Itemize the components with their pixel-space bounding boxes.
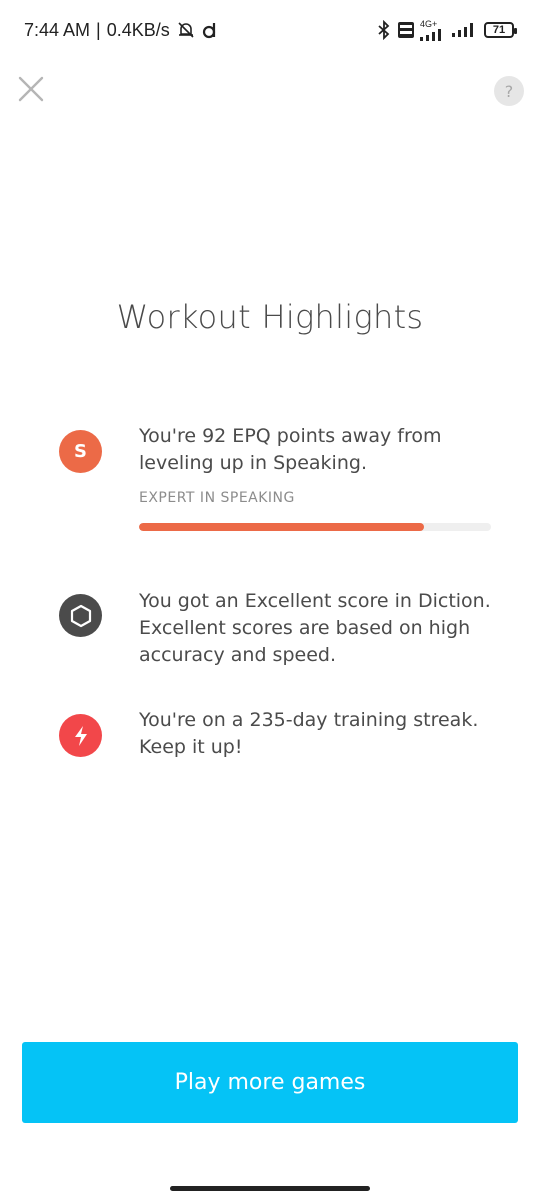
speaking-badge-letter: S: [74, 441, 87, 462]
speaking-badge-icon: S: [59, 430, 102, 473]
status-separator: |: [96, 19, 101, 40]
page-title: Workout Highlights: [116, 298, 424, 336]
network-type-label: 4G+: [420, 18, 438, 29]
home-indicator[interactable]: [170, 1186, 370, 1191]
volte-icon: [398, 22, 414, 38]
status-left: 7:44 AM | 0.4KB/s: [24, 20, 218, 41]
close-icon: [17, 75, 45, 107]
mute-bell-icon: [176, 20, 196, 40]
progress-fill: [139, 523, 425, 531]
hexagon-icon: [59, 594, 102, 637]
highlight-caption: EXPERT IN SPEAKING: [139, 490, 295, 506]
highlight-text: You got an Excellent score in Diction. E…: [139, 590, 491, 666]
progress-bar: [139, 523, 491, 531]
status-time: 7:44 AM: [24, 19, 91, 40]
close-button[interactable]: [14, 74, 48, 108]
battery-level: 71: [492, 24, 506, 36]
network-speed: 0.4KB/s: [106, 19, 170, 40]
play-more-games-button[interactable]: Play more games: [22, 1042, 518, 1123]
signal-icon: [452, 23, 478, 37]
help-icon: ?: [504, 81, 514, 101]
highlight-text: You're on a 235-day training streak. Kee…: [139, 709, 479, 758]
signal-4g-icon: 4G+: [420, 18, 446, 41]
workout-highlights-screen: 7:44 AM | 0.4KB/s 4G+ 71 ? Workout Highl…: [0, 0, 540, 1200]
help-button[interactable]: ?: [494, 76, 524, 106]
app-d-icon: [202, 21, 218, 39]
status-right: 4G+ 71: [376, 18, 517, 41]
lightning-icon: [59, 714, 102, 757]
status-bar: 7:44 AM | 0.4KB/s 4G+ 71: [0, 0, 540, 60]
battery-icon: 71: [484, 22, 517, 38]
bluetooth-icon: [376, 20, 392, 40]
highlight-text: You're 92 EPQ points away from leveling …: [139, 425, 442, 474]
